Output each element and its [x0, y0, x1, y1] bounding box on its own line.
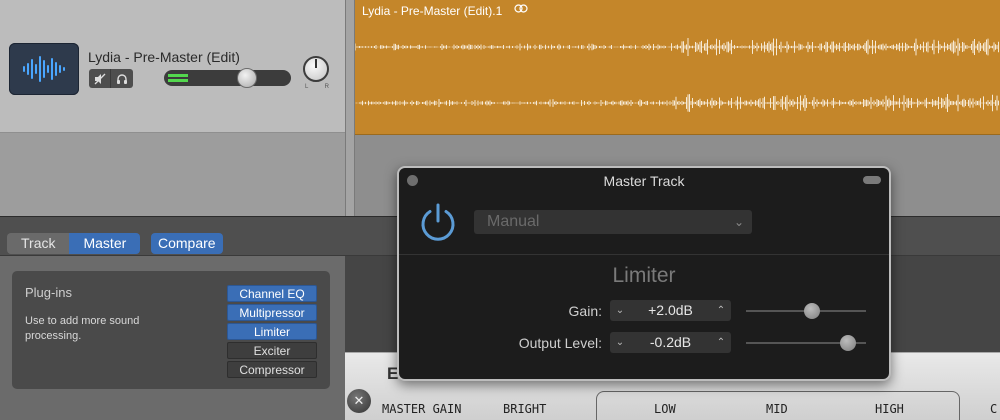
gain-slider[interactable] — [746, 303, 866, 319]
waveform-right — [355, 93, 999, 113]
eq-label-c: C — [990, 402, 998, 416]
eq-label-mid: MID — [766, 402, 788, 416]
track-header[interactable]: Lydia - Pre-Master (Edit) L R — [0, 0, 345, 133]
editor-tabs: Track Master — [7, 233, 141, 254]
waveform-track-icon — [9, 43, 79, 95]
headphones-icon[interactable] — [111, 69, 133, 88]
screw-icon: ✕ — [347, 389, 371, 413]
track-empty-area — [0, 133, 345, 216]
audio-region[interactable]: Lydia - Pre-Master (Edit).1 — [355, 0, 1000, 135]
pan-knob[interactable] — [303, 56, 329, 82]
chevron-down-icon[interactable]: ⌄ — [612, 332, 628, 353]
plugin-list: Channel EQ Multipressor Limiter Exciter … — [227, 285, 317, 380]
gain-slider-thumb[interactable] — [804, 303, 820, 319]
eq-label-bright: BRIGHT — [503, 402, 547, 416]
pan-labels: L R — [305, 84, 329, 90]
output-level-label: Output Level: — [518, 335, 602, 351]
track-controls — [89, 69, 133, 88]
volume-slider[interactable] — [164, 68, 291, 88]
output-level-slider-thumb[interactable] — [840, 335, 856, 351]
gain-label: Gain: — [568, 303, 602, 319]
loop-icon — [514, 4, 528, 16]
output-level-value: -0.2dB — [649, 334, 692, 350]
eq-label-master-gain: MASTER GAIN — [382, 402, 462, 416]
pan-right-label: R — [324, 84, 329, 90]
window-title: Master Track — [603, 173, 685, 189]
tab-track[interactable]: Track — [7, 233, 70, 254]
gain-stepper[interactable]: ⌄ +2.0dB ⌃ — [610, 300, 731, 321]
preset-value: Manual — [487, 213, 540, 230]
waveform-left — [355, 38, 999, 56]
pan-left-label: L — [305, 84, 309, 90]
window-pill-icon[interactable] — [863, 176, 881, 184]
chevron-up-icon[interactable]: ⌃ — [713, 300, 729, 321]
region-title: Lydia - Pre-Master (Edit).1 — [362, 4, 503, 18]
chevron-up-icon[interactable]: ⌃ — [713, 332, 729, 353]
plugins-title: Plug-ins — [25, 285, 72, 300]
plugins-panel: Plug-ins Use to add more sound processin… — [12, 271, 330, 389]
output-level-stepper[interactable]: ⌄ -0.2dB ⌃ — [610, 332, 731, 353]
track-name: Lydia - Pre-Master (Edit) — [88, 49, 240, 65]
speaker-mute-icon[interactable] — [89, 69, 111, 88]
preset-dropdown[interactable]: Manual ⌄ — [474, 210, 752, 234]
plugin-limiter[interactable]: Limiter — [227, 323, 317, 340]
power-icon[interactable] — [418, 202, 458, 247]
plugin-name: Limiter — [399, 264, 889, 288]
level-meter — [168, 74, 188, 82]
plugins-description: Use to add more sound processing. — [25, 315, 140, 342]
master-track-window[interactable]: Master Track Manual ⌄ Limiter Gain: ⌄ +2… — [397, 166, 891, 381]
eq-label-high: HIGH — [875, 402, 904, 416]
volume-slider-thumb[interactable] — [236, 68, 257, 88]
chevron-down-icon: ⌄ — [733, 215, 744, 229]
divider — [399, 254, 889, 255]
track-divider — [345, 0, 355, 216]
chevron-down-icon[interactable]: ⌄ — [612, 300, 628, 321]
compare-button[interactable]: Compare — [151, 233, 223, 254]
gain-value: +2.0dB — [648, 302, 693, 318]
plugin-compressor[interactable]: Compressor — [227, 361, 317, 378]
tab-master[interactable]: Master — [69, 233, 141, 254]
plugin-channel-eq[interactable]: Channel EQ — [227, 285, 317, 302]
plugin-name-text: Limiter — [612, 264, 676, 287]
output-level-slider[interactable] — [746, 335, 866, 351]
plugin-exciter[interactable]: Exciter — [227, 342, 317, 359]
eq-label-low: LOW — [654, 402, 676, 416]
plugin-multipressor[interactable]: Multipressor — [227, 304, 317, 321]
